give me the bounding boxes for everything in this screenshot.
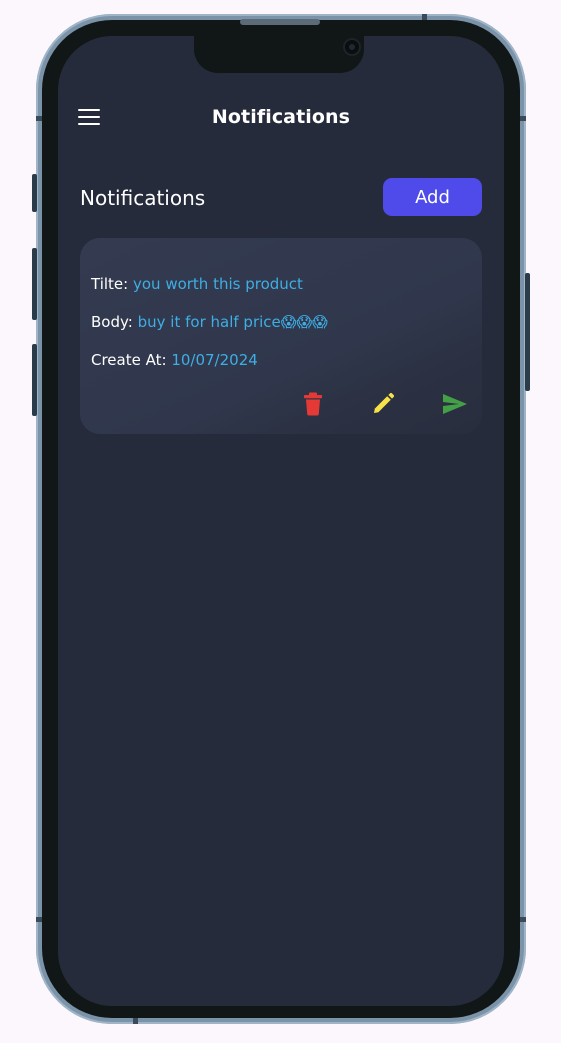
front-camera bbox=[345, 40, 359, 54]
antenna-band bbox=[133, 1018, 138, 1024]
trash-icon[interactable] bbox=[300, 391, 326, 417]
app-bar-title: Notifications bbox=[211, 106, 351, 128]
section-title: Notifications bbox=[80, 186, 206, 210]
volume-down-button bbox=[32, 344, 37, 416]
notification-card: Tilte: you worth this product Body: buy … bbox=[80, 238, 482, 434]
date-label: Create At: bbox=[91, 351, 167, 369]
antenna-band bbox=[520, 116, 526, 121]
send-icon[interactable] bbox=[442, 391, 468, 417]
body-value: buy it for half price😱😱😱 bbox=[137, 313, 328, 331]
notification-date-row: Create At: 10/07/2024 bbox=[91, 351, 258, 369]
device-mockup: Notifications Notifications Add Tilte: y… bbox=[0, 0, 561, 1043]
pencil-icon[interactable] bbox=[370, 391, 396, 417]
body-label: Body: bbox=[91, 313, 133, 331]
add-button[interactable]: Add bbox=[383, 178, 482, 216]
pencil-icon-glyph bbox=[374, 392, 395, 413]
trash-icon-glyph bbox=[304, 392, 322, 416]
app-screen: Notifications Notifications Add Tilte: y… bbox=[58, 36, 504, 1006]
notch bbox=[194, 36, 364, 73]
mute-switch bbox=[32, 174, 37, 212]
title-value: you worth this product bbox=[132, 275, 303, 293]
date-value: 10/07/2024 bbox=[171, 351, 258, 369]
send-icon-glyph bbox=[443, 394, 467, 414]
speaker-grille bbox=[240, 19, 320, 25]
power-button bbox=[525, 273, 530, 391]
notification-body-row: Body: buy it for half price😱😱😱 bbox=[91, 313, 328, 331]
antenna-band bbox=[520, 917, 526, 922]
title-label: Tilte: bbox=[91, 275, 129, 293]
volume-up-button bbox=[32, 248, 37, 320]
notification-title-row: Tilte: you worth this product bbox=[91, 275, 303, 293]
